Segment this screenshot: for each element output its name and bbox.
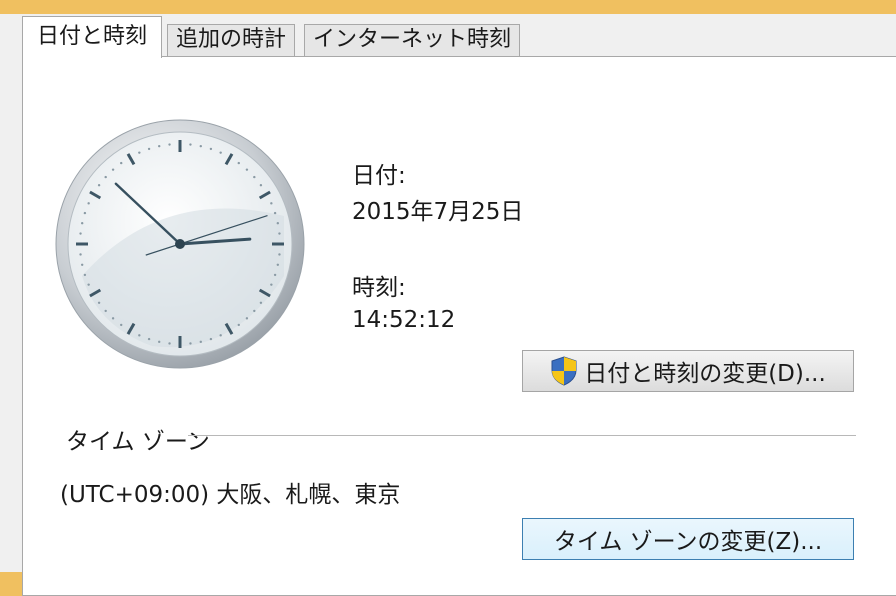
date-value: 2015年7月25日 [352,199,524,225]
clock-minute-dot [278,253,281,256]
timezone-group-label: タイム ゾーン [66,429,210,455]
clock-minute-dot [158,340,161,344]
clock-minute-dot [253,309,256,313]
clock-minute-dot [219,334,222,337]
clock-minute-dot [97,301,101,304]
clock-minute-dot [253,175,256,179]
change-timezone-button[interactable]: タイム ゾーンの変更(Z)... [522,518,854,560]
change-date-time-button-label: 日付と時刻の変更(D)... [584,361,826,387]
clock-minute-dot [147,147,151,151]
clock-minute-dot [79,232,82,235]
tab-date-time[interactable]: 日付と時刻 [22,16,163,58]
clock-minute-dot [168,342,171,345]
clock-minute-dot [245,317,249,320]
clock-minute-dot [270,202,273,205]
clock-minute-dot [87,202,90,205]
clock-minute-dot [120,161,123,165]
clock-center-pin [175,239,185,249]
clock-minute-dot [104,309,107,313]
clock-minute-dot [273,211,277,215]
clock-minute-dot [87,283,90,286]
clock-minute-dot [199,340,202,344]
clock-minute-dot [209,147,213,151]
clock-minute-dot [199,144,202,148]
date-label: 日付: [352,163,406,189]
clock-minute-dot [111,317,115,320]
clock-minute-dot [259,301,263,304]
clock-minute-dot [120,323,123,327]
time-label: 時刻: [352,275,406,301]
clock-minute-dot [209,337,213,341]
clock-minute-dot [273,273,277,277]
clock-minute-dot [138,334,141,337]
clock-minute-dot [83,211,87,215]
change-timezone-button-label: タイム ゾーンの変更(Z)... [553,529,823,555]
clock-minute-dot [97,184,101,187]
analog-clock [55,119,305,369]
timezone-group-divider [188,435,856,436]
clock-minute-dot [276,263,280,266]
clock-minute-dot [80,263,84,266]
change-date-time-button[interactable]: 日付と時刻の変更(D)... [522,350,854,392]
time-value: 14:52:12 [352,307,456,333]
clock-minute-dot [79,253,82,256]
clock-minute-dot [80,222,84,225]
clock-minute-dot [168,143,171,146]
clock-minute-dot [259,184,263,187]
clock-minute-dot [237,161,240,165]
uac-shield-icon [551,356,577,386]
clock-minute-dot [237,323,240,327]
clock-minute-dot [278,232,281,235]
clock-minute-dot [111,168,115,171]
clock-minute-dot [245,168,249,171]
clock-minute-dot [189,342,192,345]
clock-minute-dot [189,143,192,146]
clock-minute-dot [147,337,151,341]
clock-minute-dot [138,151,141,154]
tab-additional-clocks[interactable]: 追加の時計 [167,24,296,56]
clock-minute-dot [83,273,87,277]
clock-minute-dot [104,175,107,179]
tab-internet-time[interactable]: インターネット時刻 [304,24,521,56]
clock-minute-dot [158,144,161,148]
clock-minute-dot [270,283,273,286]
clock-minute-dot [219,151,222,154]
timezone-value: (UTC+09:00) 大阪、札幌、東京 [60,482,401,508]
clock-minute-dot [276,222,280,225]
